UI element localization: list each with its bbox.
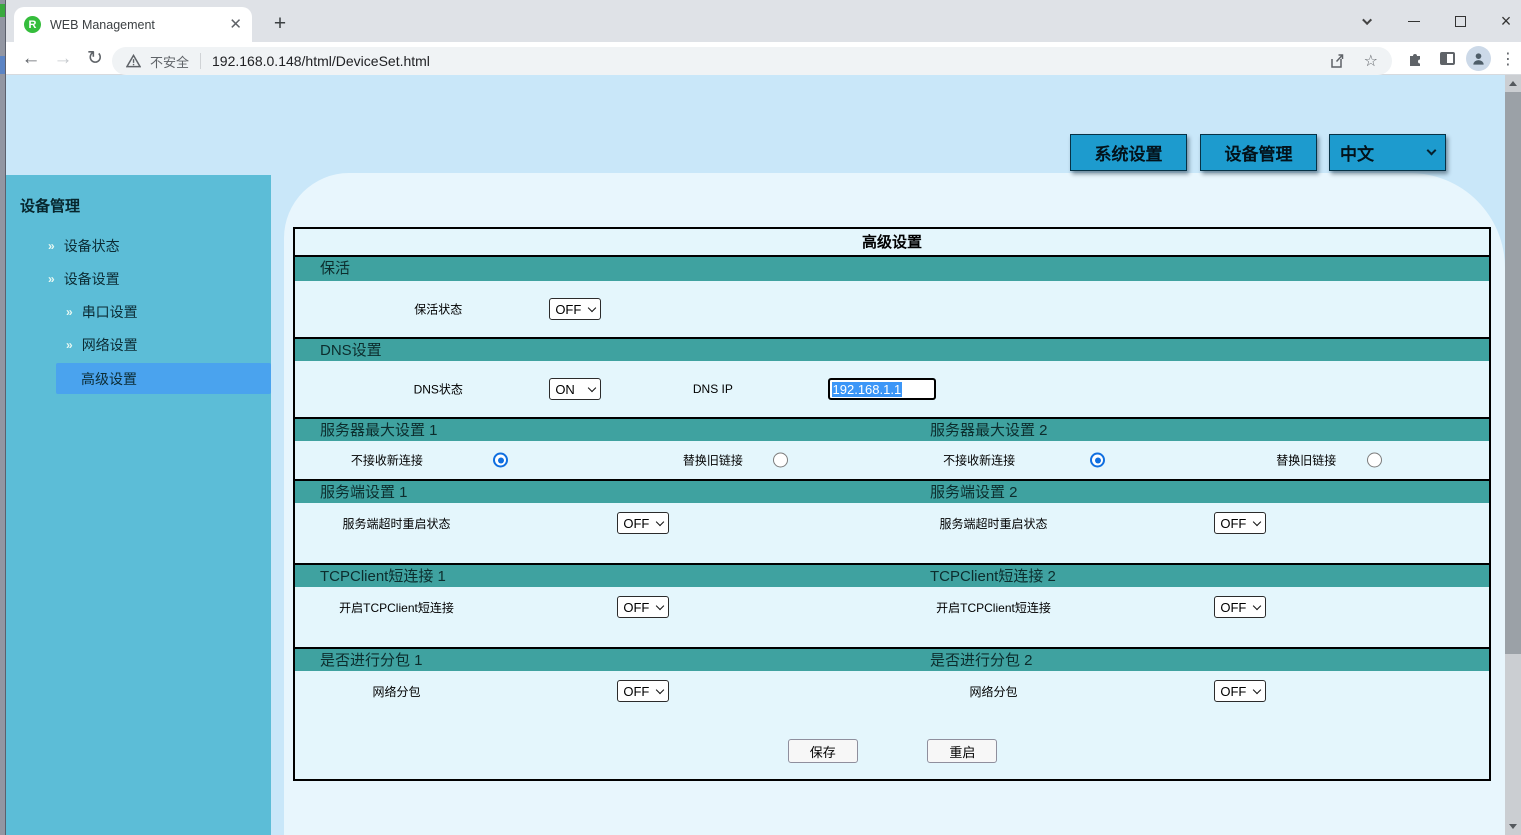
arrow-bullet-icon: » <box>48 239 55 253</box>
replace-old-link-label-1: 替换旧链接 <box>641 452 784 469</box>
save-button[interactable]: 保存 <box>788 739 858 763</box>
chevron-down-icon <box>656 685 664 693</box>
chevron-down-icon <box>1253 517 1261 525</box>
tcpclient-enable-label-1: 开启TCPClient短连接 <box>301 599 492 616</box>
dns-status-select[interactable]: ON <box>549 378 601 400</box>
row-server-timeout: 服务端超时重启状态 OFF 服务端超时重启状态 OFF <box>295 503 1489 563</box>
keepalive-status-label: 保活状态 <box>343 301 534 318</box>
tcpclient-enable-label-2: 开启TCPClient短连接 <box>898 599 1089 616</box>
section-header-server-timeout: 服务端设置 1 服务端设置 2 <box>295 479 1489 503</box>
replace-old-link-radio-1[interactable] <box>773 453 788 468</box>
chevron-down-icon <box>588 303 596 311</box>
page-scrollbar[interactable] <box>1505 75 1521 835</box>
share-icon[interactable] <box>1328 52 1346 70</box>
security-label: 不安全 <box>150 52 189 71</box>
extensions-icon[interactable] <box>1400 42 1430 75</box>
section-header-server-max: 服务器最大设置 1 服务器最大设置 2 <box>295 417 1489 441</box>
network-packet-select-2[interactable]: OFF <box>1214 680 1266 702</box>
section-header-packet: 是否进行分包 1 是否进行分包 2 <box>295 647 1489 671</box>
language-value: 中文 <box>1340 140 1428 165</box>
replace-old-link-label-2: 替换旧链接 <box>1235 452 1378 469</box>
sidebar-item-advanced-settings[interactable]: 高级设置 <box>56 363 271 394</box>
chevron-down-icon <box>1427 146 1437 156</box>
minimize-button[interactable] <box>1398 0 1430 42</box>
arrow-bullet-icon: » <box>66 305 73 319</box>
background-window-edge <box>0 0 6 835</box>
no-new-connection-label-2: 不接收新连接 <box>908 452 1051 469</box>
no-new-connection-label-1: 不接收新连接 <box>315 452 458 469</box>
device-management-button[interactable]: 设备管理 <box>1200 134 1317 171</box>
sidebar-item-network-settings[interactable]: » 网络设置 <box>6 332 271 358</box>
network-packet-label-1: 网络分包 <box>301 683 492 700</box>
maximize-button[interactable] <box>1444 0 1476 42</box>
browser-menu-icon[interactable]: ⋮ <box>1496 42 1520 75</box>
no-new-connection-radio-1[interactable] <box>493 453 508 468</box>
sidebar: 设备管理 » 设备状态 » 设备设置 » 串口设置 » 网络设置 高级设置 <box>6 175 271 835</box>
replace-old-link-radio-2[interactable] <box>1367 453 1382 468</box>
language-select[interactable]: 中文 <box>1329 134 1446 171</box>
side-panel-icon[interactable] <box>1432 42 1462 75</box>
dns-ip-value: 192.168.1.1 <box>832 382 903 397</box>
tcpclient-enable-select-2[interactable]: OFF <box>1214 596 1266 618</box>
network-packet-label-2: 网络分包 <box>898 683 1089 700</box>
scroll-up-icon[interactable] <box>1505 75 1521 92</box>
browser-tab[interactable]: R WEB Management ✕ <box>14 7 252 42</box>
back-button[interactable]: ← <box>16 42 46 75</box>
scroll-down-icon[interactable] <box>1505 818 1521 835</box>
server-timeout-label-1: 服务端超时重启状态 <box>301 515 492 532</box>
url-divider <box>200 53 201 69</box>
dns-status-label: DNS状态 <box>343 381 534 398</box>
address-bar[interactable]: 不安全 192.168.0.148/html/DeviceSet.html ☆ <box>112 47 1392 75</box>
chevron-down-icon <box>656 517 664 525</box>
sidebar-title: 设备管理 <box>20 195 80 216</box>
row-tcpclient: 开启TCPClient短连接 OFF 开启TCPClient短连接 OFF <box>295 587 1489 647</box>
section-header-tcpclient: TCPClient短连接 1 TCPClient短连接 2 <box>295 563 1489 587</box>
chevron-down-icon <box>656 601 664 609</box>
tcpclient-enable-select-1[interactable]: OFF <box>617 596 669 618</box>
row-dns: DNS状态 ON DNS IP 192.168.1.1 <box>295 361 1489 417</box>
chevron-down-icon <box>588 383 596 391</box>
server-timeout-select-1[interactable]: OFF <box>617 512 669 534</box>
url-text[interactable]: 192.168.0.148/html/DeviceSet.html <box>212 53 430 69</box>
system-settings-button[interactable]: 系统设置 <box>1070 134 1187 171</box>
row-packet: 网络分包 OFF 网络分包 OFF <box>295 671 1489 727</box>
sidebar-item-device-status[interactable]: » 设备状态 <box>6 233 271 259</box>
row-keepalive: 保活状态 OFF <box>295 281 1489 337</box>
arrow-bullet-icon: » <box>66 338 73 352</box>
page-title: 高级设置 <box>295 229 1489 257</box>
chevron-down-icon <box>1253 685 1261 693</box>
sidebar-item-device-settings[interactable]: » 设备设置 <box>6 266 271 292</box>
advanced-settings-table: 高级设置 保活 保活状态 OFF DNS设置 DNS状态 ON DNS IP 1… <box>293 227 1491 781</box>
row-buttons: 保存 重启 <box>295 727 1489 779</box>
section-header-keepalive: 保活 <box>295 257 1489 281</box>
arrow-bullet-icon: » <box>48 272 55 286</box>
tab-close-icon[interactable]: ✕ <box>229 17 242 32</box>
dns-ip-input[interactable]: 192.168.1.1 <box>828 378 936 400</box>
not-secure-icon[interactable] <box>124 52 142 70</box>
browser-tab-bar: R WEB Management ✕ + × <box>0 0 1521 42</box>
row-server-max: 不接收新连接 替换旧链接 不接收新连接 替换旧链接 <box>295 441 1489 479</box>
keepalive-status-select[interactable]: OFF <box>549 298 601 320</box>
no-new-connection-radio-2[interactable] <box>1090 453 1105 468</box>
dns-ip-label: DNS IP <box>629 382 796 396</box>
chevron-down-icon <box>1253 601 1261 609</box>
profile-avatar[interactable] <box>1462 42 1494 75</box>
forward-button[interactable]: → <box>48 42 78 75</box>
server-timeout-label-2: 服务端超时重启状态 <box>898 515 1089 532</box>
close-window-button[interactable]: × <box>1490 0 1521 42</box>
bookmark-star-icon[interactable]: ☆ <box>1364 51 1378 71</box>
server-timeout-select-2[interactable]: OFF <box>1214 512 1266 534</box>
new-tab-button[interactable]: + <box>266 10 294 38</box>
tab-search-icon[interactable] <box>1352 0 1384 42</box>
scrollbar-thumb[interactable] <box>1505 92 1521 654</box>
network-packet-select-1[interactable]: OFF <box>617 680 669 702</box>
sidebar-item-serial-settings[interactable]: » 串口设置 <box>6 299 271 325</box>
tab-title: WEB Management <box>50 18 221 32</box>
restart-button[interactable]: 重启 <box>927 739 997 763</box>
section-header-dns: DNS设置 <box>295 337 1489 361</box>
reload-button[interactable]: ↻ <box>80 42 110 75</box>
favicon-icon: R <box>24 16 41 33</box>
